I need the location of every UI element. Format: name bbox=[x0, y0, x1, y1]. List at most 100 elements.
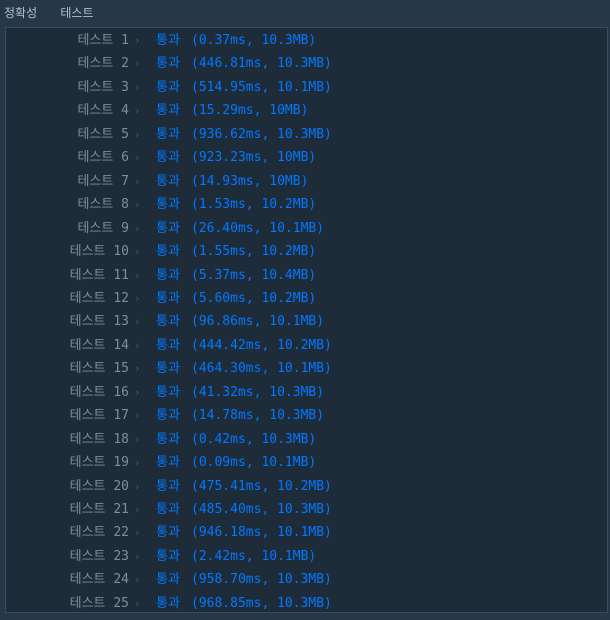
header-title: 정확성 bbox=[4, 6, 38, 20]
chevron-right-icon: › bbox=[134, 291, 141, 305]
chevron-right-icon: › bbox=[134, 174, 141, 188]
test-metrics: (0.09ms, 10.1MB) bbox=[191, 455, 317, 471]
chevron-right-icon: › bbox=[134, 526, 141, 540]
test-metrics: (14.78ms, 10.3MB) bbox=[191, 408, 325, 424]
test-status: 통과 bbox=[156, 384, 180, 400]
test-metrics: (464.30ms, 10.1MB) bbox=[191, 361, 332, 377]
test-status: 통과 bbox=[156, 548, 180, 564]
test-label: 테스트 14 bbox=[69, 337, 129, 353]
result-row: 테스트 15 › 통과 (464.30ms, 10.1MB) bbox=[6, 358, 607, 380]
chevron-right-icon: › bbox=[134, 362, 141, 376]
result-row: 테스트 20 › 통과 (475.41ms, 10.2MB) bbox=[6, 476, 607, 498]
result-row: 테스트 3 › 통과 (514.95ms, 10.1MB) bbox=[6, 77, 607, 99]
test-status: 통과 bbox=[156, 33, 180, 48]
test-label: 테스트 22 bbox=[69, 525, 129, 541]
chevron-right-icon: › bbox=[134, 573, 141, 587]
test-status: 통과 bbox=[156, 502, 180, 517]
test-metrics: (5.37ms, 10.4MB) bbox=[191, 267, 317, 283]
test-label: 테스트 20 bbox=[69, 478, 129, 494]
test-status: 통과 bbox=[156, 361, 180, 377]
result-row: 테스트 24 › 통과 (958.70ms, 10.3MB) bbox=[6, 569, 607, 591]
result-row: 테스트 1 › 통과 (0.37ms, 10.3MB) bbox=[6, 30, 607, 52]
test-metrics: (0.42ms, 10.3MB) bbox=[191, 431, 317, 447]
chevron-right-icon: › bbox=[134, 198, 141, 212]
test-metrics: (475.41ms, 10.2MB) bbox=[191, 478, 332, 494]
result-row: 테스트 11 › 통과 (5.37ms, 10.4MB) bbox=[6, 265, 607, 287]
chevron-right-icon: › bbox=[134, 268, 141, 282]
test-status: 통과 bbox=[156, 290, 180, 306]
result-row: 테스트 16 › 통과 (41.32ms, 10.3MB) bbox=[6, 382, 607, 404]
result-row: 테스트 12 › 통과 (5.60ms, 10.2MB) bbox=[6, 288, 607, 310]
test-status: 통과 bbox=[156, 525, 180, 541]
result-row: 테스트 6 › 통과 (923.23ms, 10MB) bbox=[6, 147, 607, 169]
test-label: 테스트 3 bbox=[77, 79, 129, 95]
test-metrics: (514.95ms, 10.1MB) bbox=[191, 79, 332, 95]
result-row: 테스트 22 › 통과 (946.18ms, 10.1MB) bbox=[6, 522, 607, 544]
chevron-right-icon: › bbox=[134, 385, 141, 399]
result-row: 테스트 25 › 통과 (968.85ms, 10.3MB) bbox=[6, 593, 607, 612]
test-metrics: (0.37ms, 10.3MB) bbox=[191, 33, 317, 48]
chevron-right-icon: › bbox=[134, 479, 141, 493]
result-row: 테스트 4 › 통과 (15.29ms, 10MB) bbox=[6, 100, 607, 122]
chevron-right-icon: › bbox=[134, 80, 141, 94]
test-status: 통과 bbox=[156, 478, 180, 494]
test-status: 통과 bbox=[156, 314, 180, 330]
test-label: 테스트 9 bbox=[77, 220, 129, 236]
chevron-right-icon: › bbox=[134, 432, 141, 446]
result-row: 테스트 13 › 통과 (96.86ms, 10.1MB) bbox=[6, 311, 607, 333]
chevron-right-icon: › bbox=[134, 456, 141, 470]
test-status: 통과 bbox=[156, 408, 180, 424]
test-status: 통과 bbox=[156, 173, 180, 189]
test-status: 통과 bbox=[156, 337, 180, 353]
test-status: 통과 bbox=[156, 79, 180, 95]
results-header: 정확성 테스트 bbox=[0, 0, 610, 26]
test-label: 테스트 16 bbox=[69, 384, 129, 400]
test-label: 테스트 8 bbox=[77, 197, 129, 213]
result-row: 테스트 2 › 통과 (446.81ms, 10.3MB) bbox=[6, 53, 607, 75]
test-metrics: (485.40ms, 10.3MB) bbox=[191, 502, 332, 517]
chevron-right-icon: › bbox=[134, 104, 141, 118]
test-label: 테스트 11 bbox=[69, 267, 129, 283]
chevron-right-icon: › bbox=[134, 221, 141, 235]
test-label: 테스트 7 bbox=[77, 173, 129, 189]
test-metrics: (1.55ms, 10.2MB) bbox=[191, 244, 317, 260]
test-status: 통과 bbox=[156, 455, 180, 471]
test-label: 테스트 10 bbox=[69, 244, 129, 260]
test-status: 통과 bbox=[156, 220, 180, 236]
chevron-right-icon: › bbox=[134, 596, 141, 610]
test-metrics: (14.93ms, 10MB) bbox=[191, 173, 309, 189]
test-metrics: (5.60ms, 10.2MB) bbox=[191, 290, 317, 306]
test-label: 테스트 2 bbox=[77, 56, 129, 72]
result-row: 테스트 9 › 통과 (26.40ms, 10.1MB) bbox=[6, 218, 607, 240]
chevron-right-icon: › bbox=[134, 34, 141, 47]
test-metrics: (1.53ms, 10.2MB) bbox=[191, 197, 317, 213]
results-panel: 테스트 1 › 통과 (0.37ms, 10.3MB) 테스트 2 › 통과 (446.81m… bbox=[5, 27, 608, 613]
test-status: 통과 bbox=[156, 150, 180, 166]
test-metrics: (936.62ms, 10.3MB) bbox=[191, 126, 332, 142]
chevron-right-icon: › bbox=[134, 338, 141, 352]
test-label: 테스트 6 bbox=[77, 150, 129, 166]
result-row: 테스트 10 › 통과 (1.55ms, 10.2MB) bbox=[6, 241, 607, 263]
test-label: 테스트 5 bbox=[77, 126, 129, 142]
chevron-right-icon: › bbox=[134, 549, 141, 563]
test-status: 통과 bbox=[156, 431, 180, 447]
result-row: 테스트 5 › 통과 (936.62ms, 10.3MB) bbox=[6, 124, 607, 146]
test-metrics: (923.23ms, 10MB) bbox=[191, 150, 317, 166]
test-metrics: (41.32ms, 10.3MB) bbox=[191, 384, 325, 400]
test-label: 테스트 25 bbox=[69, 595, 129, 611]
chevron-right-icon: › bbox=[134, 127, 141, 141]
test-metrics: (2.42ms, 10.1MB) bbox=[191, 548, 317, 564]
test-metrics: (96.86ms, 10.1MB) bbox=[191, 314, 325, 330]
test-label: 테스트 1 bbox=[77, 33, 129, 48]
test-label: 테스트 12 bbox=[69, 290, 129, 306]
test-metrics: (446.81ms, 10.3MB) bbox=[191, 56, 332, 72]
test-status: 통과 bbox=[156, 56, 180, 72]
test-status: 통과 bbox=[156, 103, 180, 119]
header-section: 테스트 bbox=[60, 6, 94, 20]
test-label: 테스트 13 bbox=[69, 314, 129, 330]
test-metrics: (968.85ms, 10.3MB) bbox=[191, 595, 332, 611]
test-label: 테스트 21 bbox=[69, 502, 129, 517]
chevron-right-icon: › bbox=[134, 315, 141, 329]
result-row: 테스트 23 › 통과 (2.42ms, 10.1MB) bbox=[6, 546, 607, 568]
test-status: 통과 bbox=[156, 244, 180, 260]
